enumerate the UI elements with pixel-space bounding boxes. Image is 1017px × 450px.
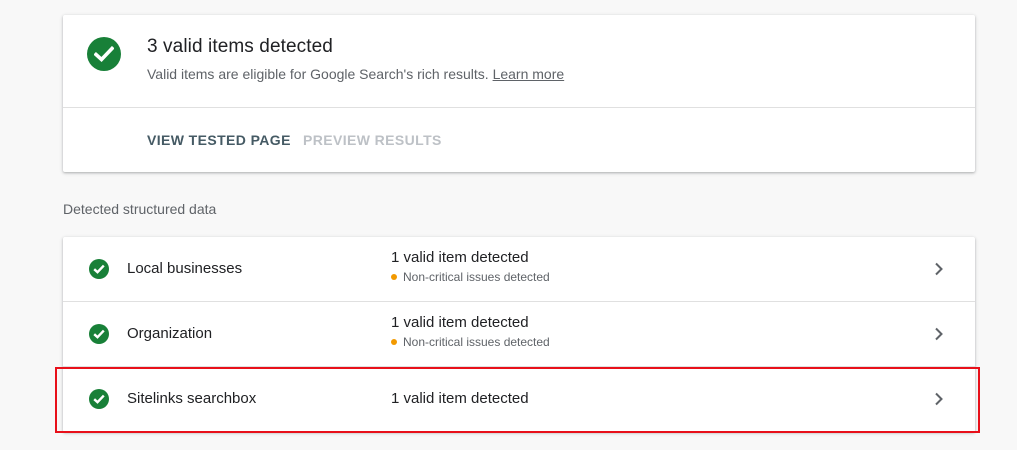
item-name: Organization	[127, 325, 213, 342]
preview-results-button[interactable]: PREVIEW RESULTS	[303, 132, 442, 148]
list-item-sitelinks-searchbox[interactable]: Sitelinks searchbox 1 valid item detecte…	[63, 367, 975, 432]
chevron-right-icon	[935, 327, 943, 341]
summary-card: 3 valid items detected Valid items are e…	[63, 15, 975, 172]
item-status: 1 valid item detected	[391, 390, 529, 407]
check-circle-icon	[89, 324, 109, 344]
rich-results-page: 3 valid items detected Valid items are e…	[0, 0, 1017, 450]
summary-header: 3 valid items detected Valid items are e…	[63, 15, 975, 108]
warning-dot-icon	[391, 274, 397, 280]
warning-dot-icon	[391, 339, 397, 345]
summary-actions: VIEW TESTED PAGE PREVIEW RESULTS	[63, 108, 975, 171]
learn-more-link[interactable]: Learn more	[493, 66, 565, 82]
summary-title: 3 valid items detected	[147, 36, 333, 57]
item-name: Sitelinks searchbox	[127, 390, 257, 407]
view-tested-page-button[interactable]: VIEW TESTED PAGE	[147, 132, 291, 148]
check-circle-icon	[89, 259, 109, 279]
item-status: 1 valid item detected	[391, 314, 529, 331]
check-circle-icon	[89, 389, 109, 409]
check-circle-icon	[87, 37, 121, 71]
item-issue-text: Non-critical issues detected	[403, 335, 550, 349]
item-status: 1 valid item detected	[391, 249, 529, 266]
item-issue: Non-critical issues detected	[391, 335, 550, 349]
item-name: Local businesses	[127, 260, 243, 277]
list-item-local-businesses[interactable]: Local businesses 1 valid item detected N…	[63, 237, 975, 302]
item-issue: Non-critical issues detected	[391, 270, 550, 284]
summary-subtitle-text: Valid items are eligible for Google Sear…	[147, 66, 489, 82]
item-issue-text: Non-critical issues detected	[403, 270, 550, 284]
list-item-organization[interactable]: Organization 1 valid item detected Non-c…	[63, 302, 975, 367]
summary-subtitle: Valid items are eligible for Google Sear…	[147, 66, 564, 82]
section-label: Detected structured data	[63, 201, 217, 217]
chevron-right-icon	[935, 392, 943, 406]
detected-items-list: Local businesses 1 valid item detected N…	[63, 237, 975, 432]
chevron-right-icon	[935, 262, 943, 276]
